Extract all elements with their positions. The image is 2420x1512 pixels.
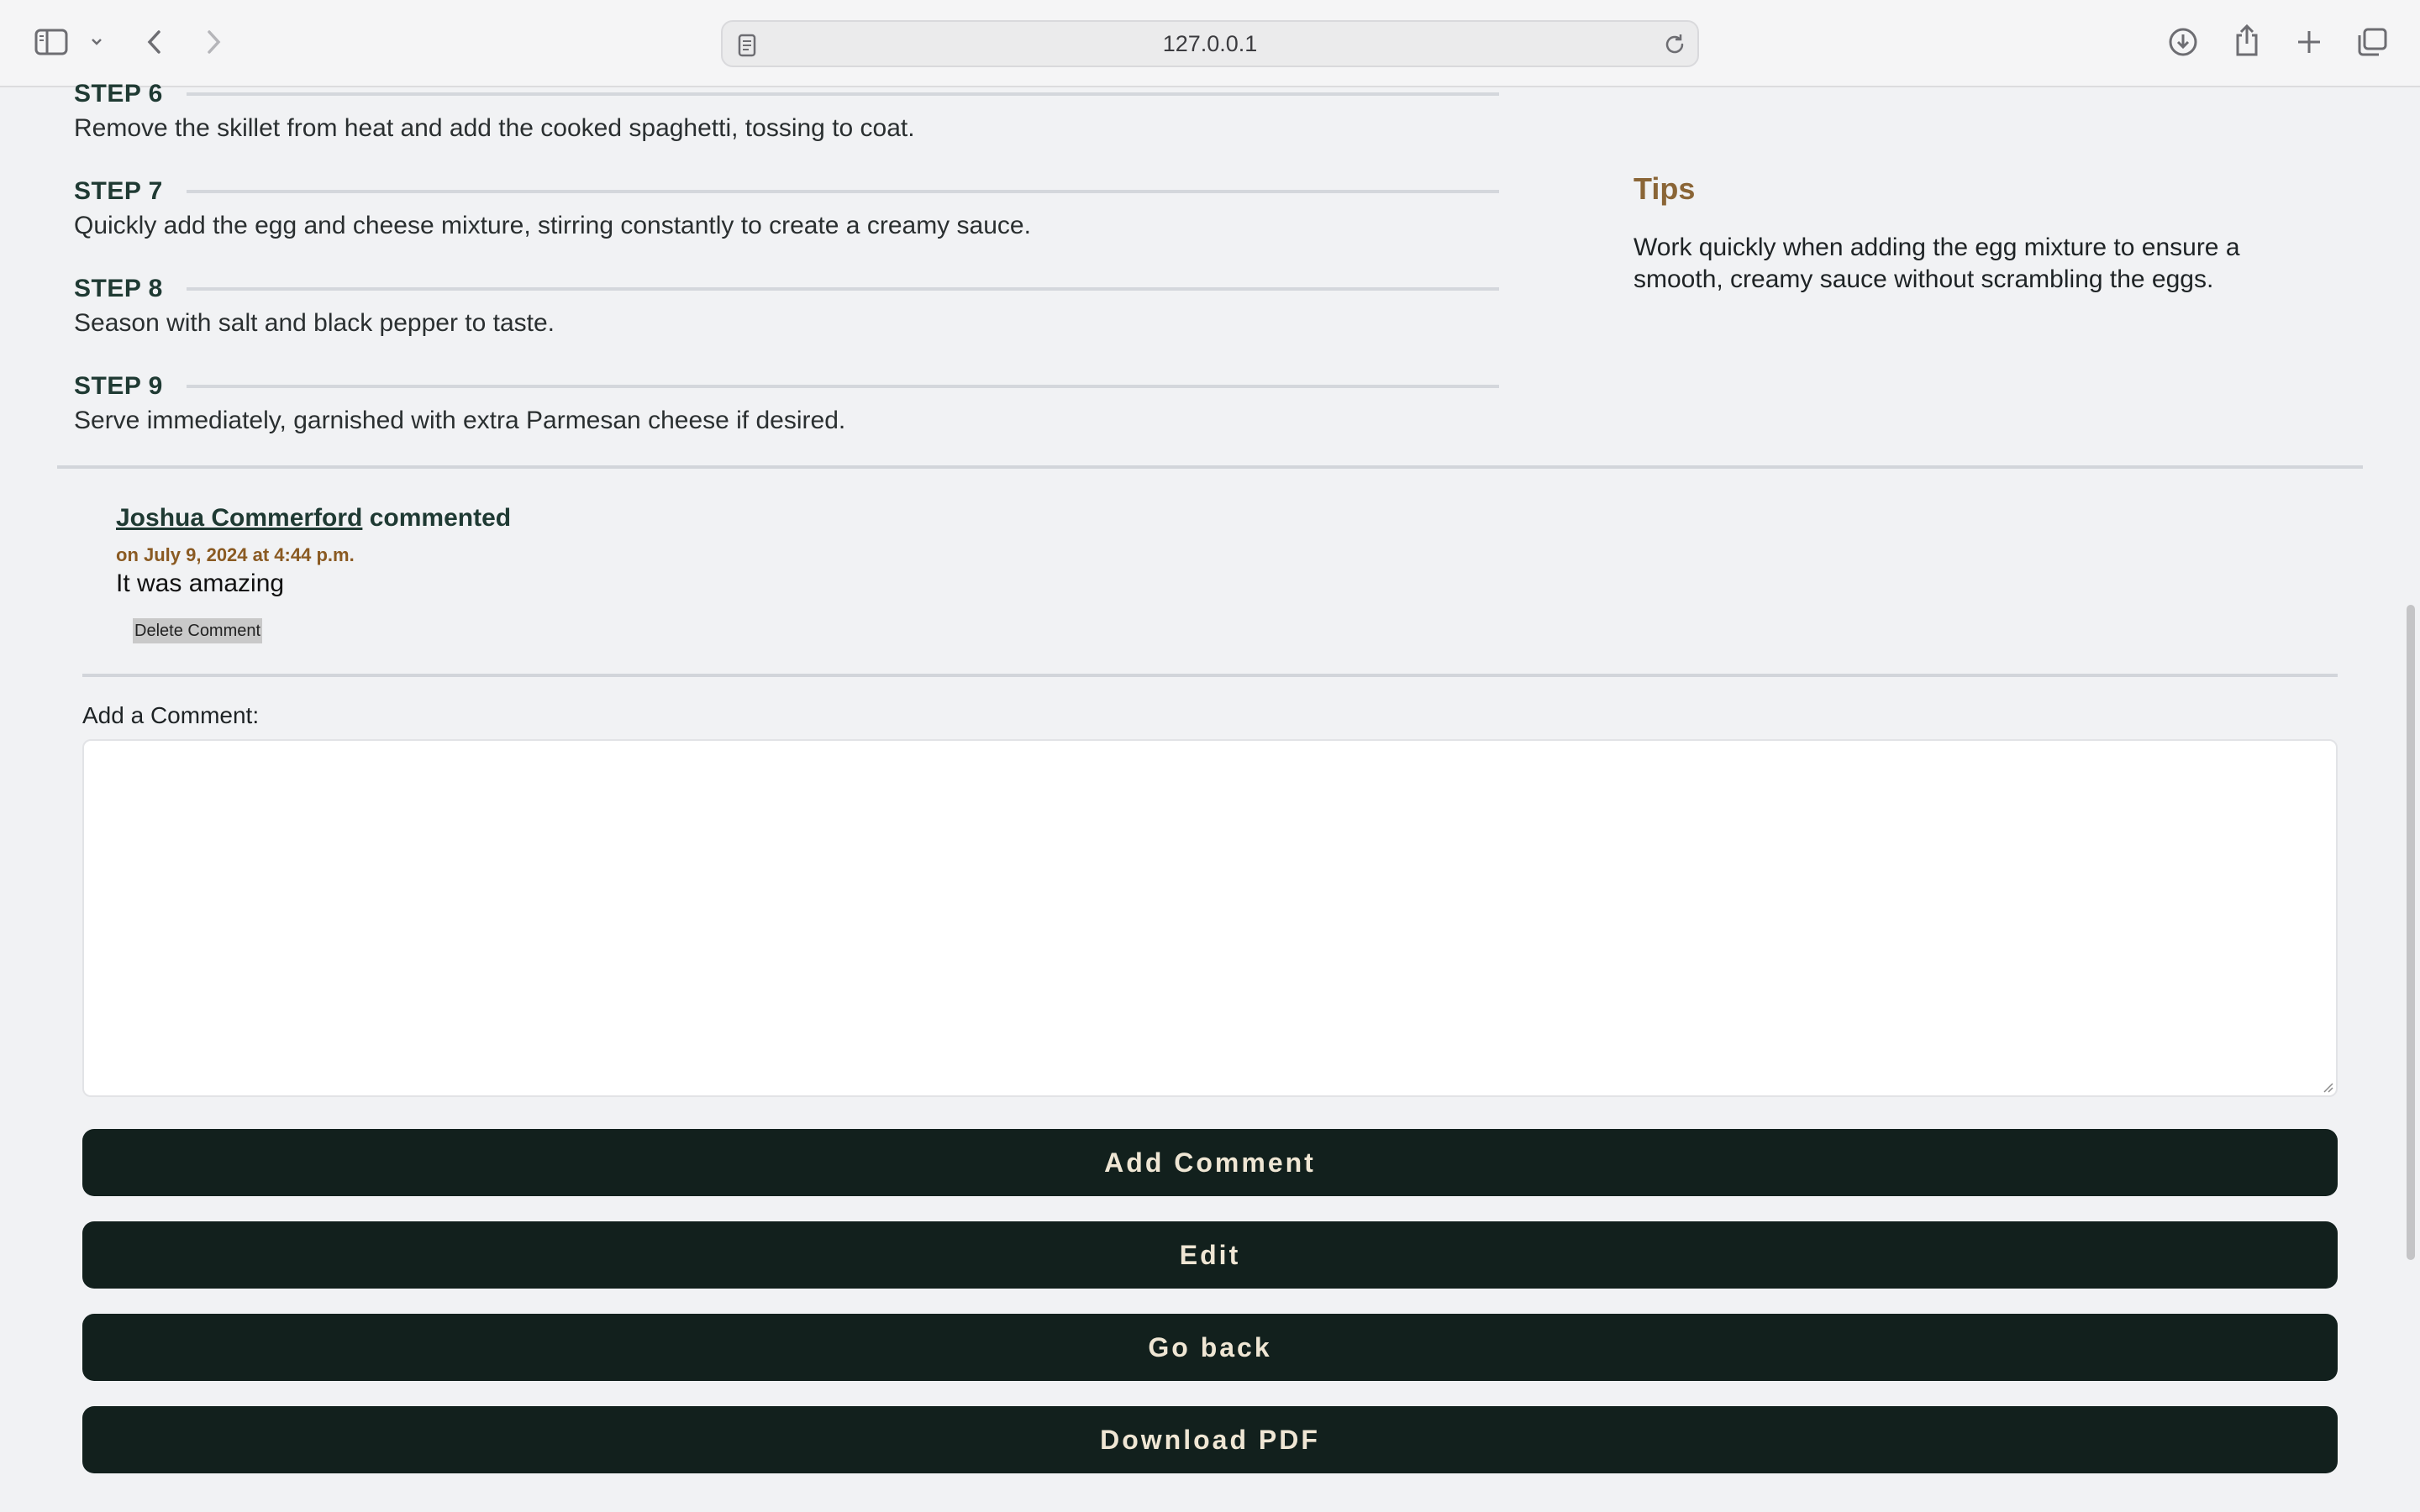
step-label: STEP 8 (74, 275, 163, 302)
go-back-button[interactable]: Go back (82, 1314, 2338, 1381)
step-7: STEP 7 Quickly add the egg and cheese mi… (74, 175, 1502, 240)
section-divider (57, 465, 2363, 469)
step-label: STEP 9 (74, 372, 163, 400)
back-icon[interactable] (139, 25, 170, 59)
sidebar-icon[interactable] (32, 25, 71, 59)
address-bar[interactable]: 127.0.0.1 (721, 20, 1699, 67)
browser-toolbar: 127.0.0.1 (0, 0, 2420, 87)
delete-comment-button[interactable]: Delete Comment (133, 618, 263, 643)
step-text: Season with salt and black pepper to tas… (74, 309, 555, 337)
download-pdf-button[interactable]: Download PDF (82, 1406, 2338, 1473)
comment-date: on July 9, 2024 at 4:44 p.m. (116, 544, 355, 565)
step-divider (187, 385, 1499, 388)
step-text: Remove the skillet from heat and add the… (74, 114, 915, 142)
comment-textarea[interactable] (82, 739, 2338, 1097)
add-comment-label: Add a Comment: (82, 702, 260, 728)
step-6: STEP 6 Remove the skillet from heat and … (74, 77, 1502, 143)
plus-icon[interactable] (2292, 25, 2326, 59)
forward-icon[interactable] (198, 25, 229, 59)
url-text: 127.0.0.1 (1162, 30, 1258, 56)
reload-icon[interactable] (1662, 32, 1687, 61)
comment-header: Joshua Commerford commented (116, 504, 511, 533)
chevron-down-icon[interactable] (87, 32, 106, 52)
share-icon[interactable] (2230, 22, 2264, 59)
comment-divider (82, 674, 2338, 677)
step-label: STEP 7 (74, 177, 163, 205)
comment-author-link[interactable]: Joshua Commerford (116, 504, 362, 532)
step-8: STEP 8 Season with salt and black pepper… (74, 272, 1502, 338)
scrollbar-thumb[interactable] (2407, 605, 2415, 1260)
download-icon[interactable] (2166, 25, 2200, 59)
comment-verb: commented (369, 504, 512, 532)
tips-title: Tips (1634, 171, 1696, 206)
recipe-page: STEP 6 Remove the skillet from heat and … (0, 80, 2420, 1512)
step-text: Quickly add the egg and cheese mixture, … (74, 212, 1031, 239)
add-comment-button[interactable]: Add Comment (82, 1129, 2338, 1196)
step-divider (187, 190, 1499, 193)
step-divider (187, 92, 1499, 96)
resize-grip-icon[interactable] (2323, 1082, 2334, 1098)
edit-button[interactable]: Edit (82, 1221, 2338, 1289)
step-9: STEP 9 Serve immediately, garnished with… (74, 370, 1502, 435)
tabs-icon[interactable] (2354, 25, 2390, 59)
step-label: STEP 6 (74, 80, 163, 108)
step-text: Serve immediately, garnished with extra … (74, 407, 846, 434)
tips-text: Work quickly when adding the egg mixture… (1634, 234, 2240, 293)
step-divider (187, 287, 1499, 291)
comment-body: It was amazing (116, 570, 285, 597)
